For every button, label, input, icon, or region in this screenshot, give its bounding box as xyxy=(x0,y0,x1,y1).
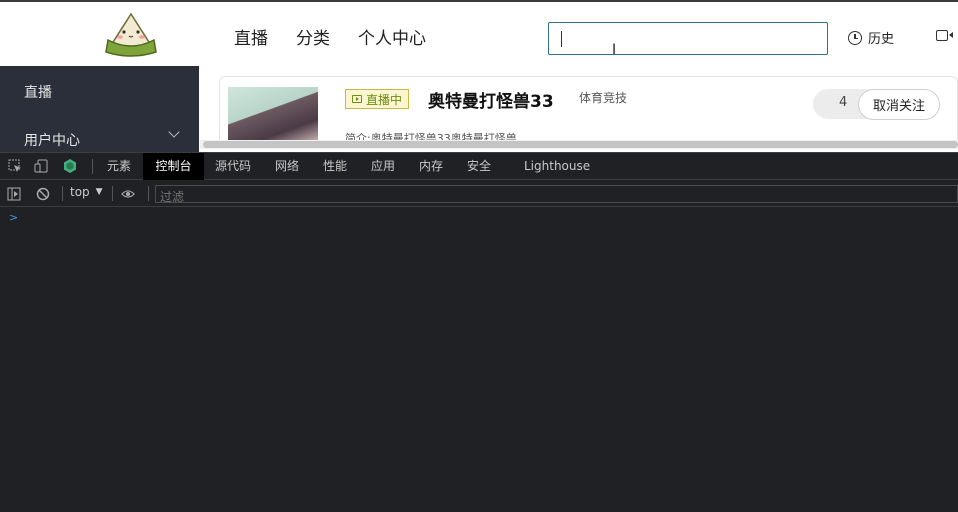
main-nav: 直播 分类 个人中心 xyxy=(234,24,426,49)
console-toolbar: top ▼ xyxy=(0,181,958,207)
toolbar-separator xyxy=(62,186,63,201)
nav-live[interactable]: 直播 xyxy=(234,24,268,49)
toolbar-separator xyxy=(148,186,149,201)
web-app: 直播 分类 个人中心 I 历史 直播 用户中心 直播中 奥特曼打怪兽33 体育竞… xyxy=(0,0,958,152)
context-value: top xyxy=(70,185,90,199)
follower-count: 4 xyxy=(839,95,848,110)
unfollow-button[interactable]: 取消关注 xyxy=(858,89,941,120)
sidebar-item-live[interactable]: 直播 xyxy=(24,82,52,102)
inspect-element-icon[interactable] xyxy=(8,159,22,173)
text-caret xyxy=(561,31,562,47)
device-toolbar-icon[interactable] xyxy=(34,159,48,173)
tab-network[interactable]: 网络 xyxy=(269,153,305,180)
tab-performance[interactable]: 性能 xyxy=(317,153,353,180)
tab-lighthouse[interactable]: Lighthouse xyxy=(518,153,596,180)
dropdown-arrow-icon: ▼ xyxy=(95,187,103,197)
room-title[interactable]: 奥特曼打怪兽33 xyxy=(428,87,554,112)
clear-console-icon[interactable] xyxy=(36,187,50,201)
console-filter-input[interactable] xyxy=(156,189,957,205)
sidebar-item-user-center[interactable]: 用户中心 xyxy=(24,130,80,150)
live-tv-icon xyxy=(352,95,362,103)
search-input[interactable] xyxy=(549,23,827,54)
tab-console[interactable]: 控制台 xyxy=(143,153,204,180)
tab-application[interactable]: 应用 xyxy=(365,153,401,180)
followed-room-card[interactable]: 直播中 奥特曼打怪兽33 体育竞技 简介:奥特曼打怪兽33奥特曼打怪兽 4 取消… xyxy=(219,76,958,146)
tab-memory[interactable]: 内存 xyxy=(413,153,449,180)
context-selector[interactable]: top ▼ xyxy=(70,185,103,200)
search-box[interactable] xyxy=(548,22,828,55)
sidebar: 直播 用户中心 xyxy=(0,66,199,152)
top-bar: 直播 分类 个人中心 I 历史 xyxy=(0,0,958,66)
devtools-panel: 元素 控制台 源代码 网络 性能 应用 内存 安全 Lighthouse top… xyxy=(0,152,958,512)
video-camera-icon[interactable] xyxy=(936,30,953,41)
room-thumbnail[interactable] xyxy=(228,87,318,145)
clock-icon xyxy=(848,30,862,45)
console-filter[interactable] xyxy=(155,185,958,205)
scrollbar-thumb[interactable] xyxy=(203,141,958,148)
zongzi-logo[interactable] xyxy=(102,10,160,58)
live-badge-label: 直播中 xyxy=(366,92,403,107)
horizontal-scrollbar[interactable] xyxy=(200,140,958,149)
console-prompt-chevron-icon[interactable]: > xyxy=(9,211,18,224)
nav-category[interactable]: 分类 xyxy=(296,24,330,49)
tab-elements[interactable]: 元素 xyxy=(101,153,137,180)
history-link[interactable]: 历史 xyxy=(848,28,894,47)
devtools-tab-bar: 元素 控制台 源代码 网络 性能 应用 内存 安全 Lighthouse xyxy=(0,153,958,180)
history-label: 历史 xyxy=(868,32,895,47)
live-expression-eye-icon[interactable] xyxy=(121,187,135,201)
live-status-badge: 直播中 xyxy=(345,89,410,109)
ibeam-cursor-icon: I xyxy=(612,42,617,58)
show-sidebar-icon[interactable] xyxy=(7,187,21,201)
tab-security[interactable]: 安全 xyxy=(461,153,497,180)
room-category: 体育竞技 xyxy=(579,91,628,105)
nav-personal-center[interactable]: 个人中心 xyxy=(358,24,426,49)
toolbar-separator xyxy=(112,186,113,201)
tab-separator xyxy=(92,159,93,174)
vue-devtools-icon[interactable] xyxy=(63,159,77,173)
tab-sources[interactable]: 源代码 xyxy=(209,153,257,180)
